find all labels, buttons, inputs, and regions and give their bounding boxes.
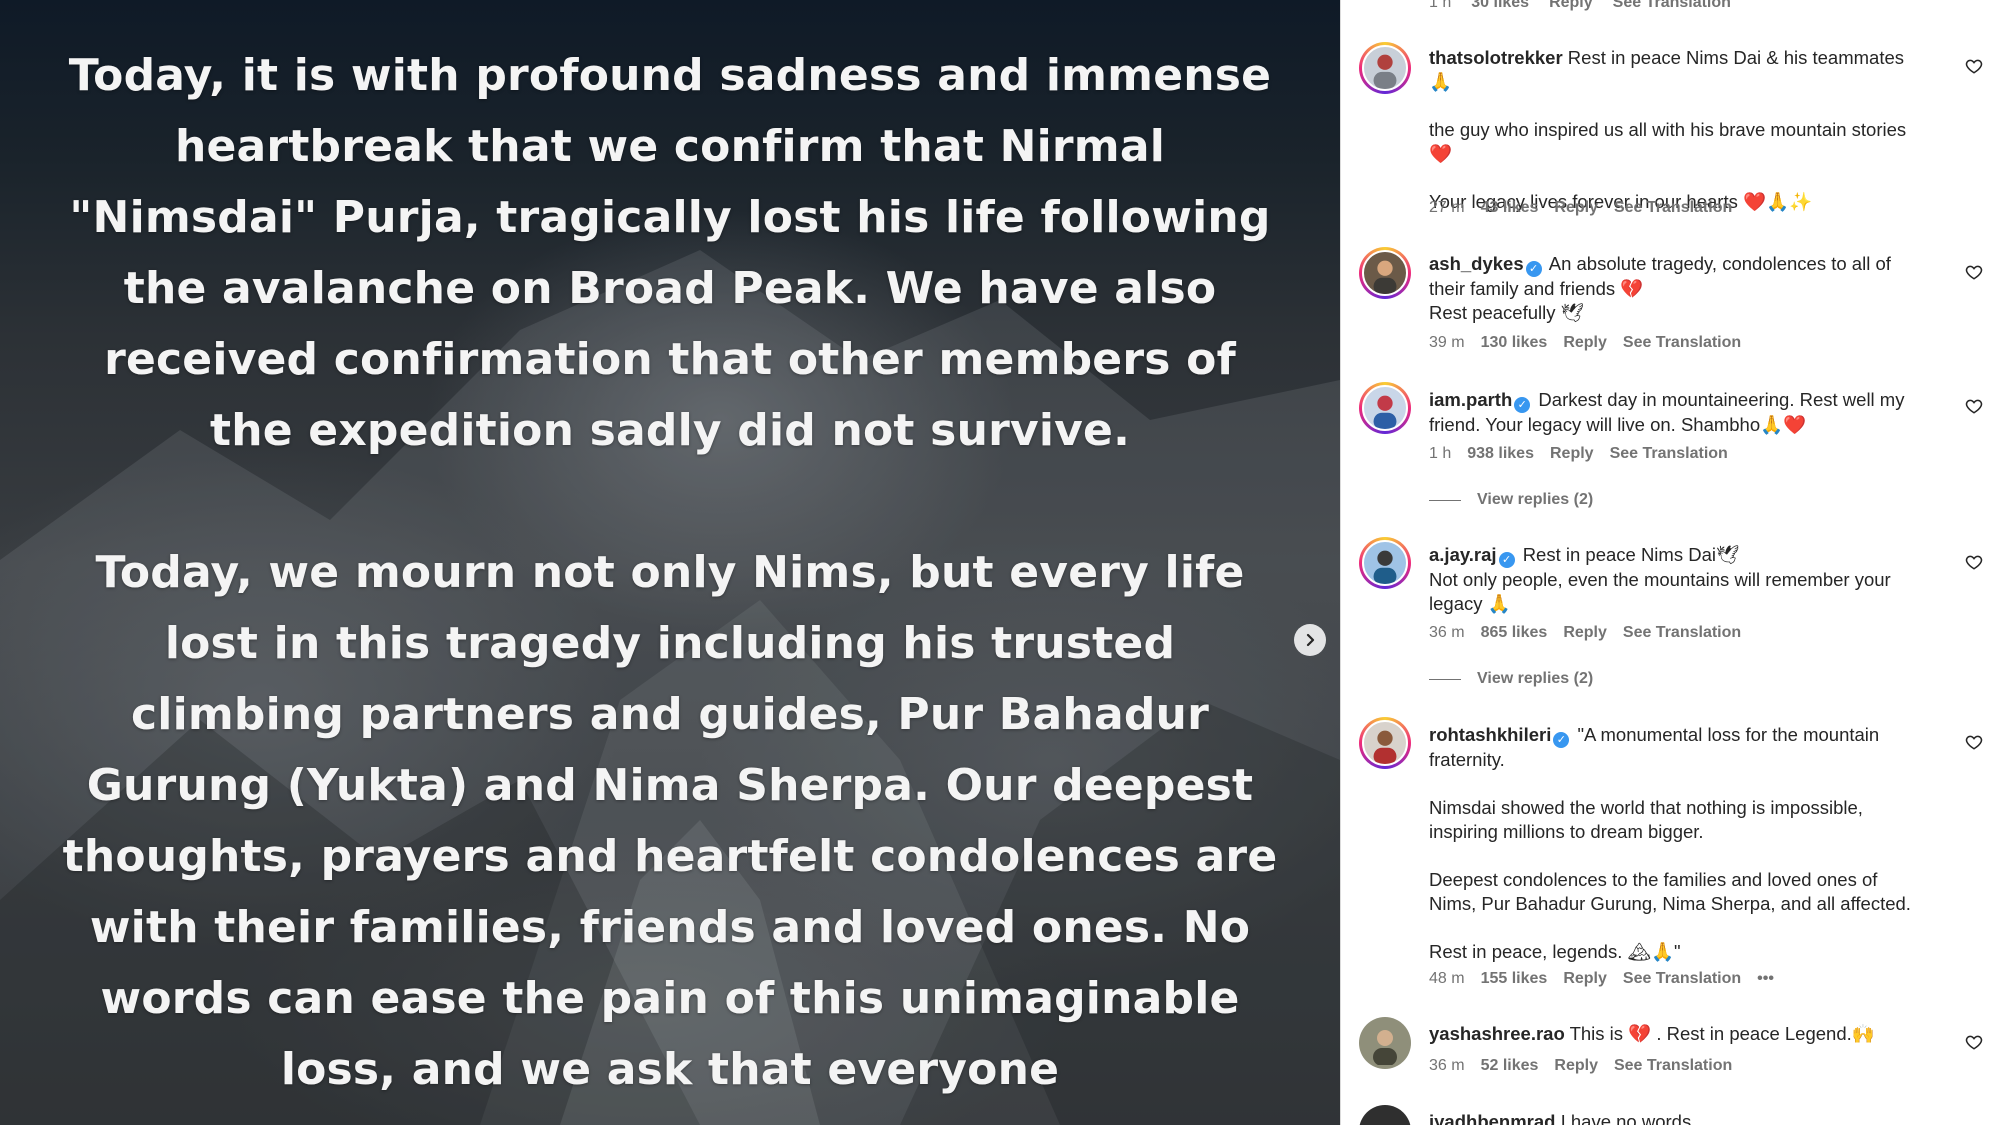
comment-body: iam.parth ✓ Darkest day in mountaineering… (1429, 388, 1929, 437)
comment-time: 36 m (1429, 1057, 1465, 1074)
avatar[interactable] (1359, 382, 1411, 434)
post-caption-overlay: Today, it is with profound sadness and i… (60, 40, 1280, 1125)
comment-likes[interactable]: 938 likes (1467, 445, 1534, 463)
comment-username[interactable]: thatsolotrekker (1429, 47, 1563, 68)
see-translation-button[interactable]: See Translation (1623, 334, 1741, 352)
comment-meta: 39 m 130 likes Reply See Translation (1429, 334, 1741, 352)
view-replies-button[interactable]: View replies (2) (1429, 670, 1593, 688)
like-heart-icon[interactable] (1965, 397, 1983, 415)
view-replies-label: View replies (2) (1477, 670, 1594, 687)
view-replies-button[interactable]: View replies (2) (1429, 491, 1593, 509)
comment-text-line: Nimsdai showed the world that nothing is… (1429, 797, 1863, 842)
comment-username[interactable]: a.jay.raj (1429, 544, 1497, 565)
like-heart-icon[interactable] (1965, 263, 1983, 281)
reply-button[interactable]: Reply (1554, 199, 1598, 217)
comment-text-line: Deepest condolences to the families and … (1429, 869, 1911, 914)
see-translation-button[interactable]: See Translation (1623, 970, 1741, 988)
verified-badge-icon: ✓ (1553, 732, 1570, 748)
replies-divider (1429, 499, 1461, 501)
comment-body: iyadhbenmrad I have no words (1429, 1110, 1929, 1125)
see-translation-button[interactable]: See Translation (1613, 0, 1731, 12)
like-heart-icon[interactable] (1965, 1033, 1983, 1051)
reply-button[interactable]: Reply (1554, 1057, 1598, 1075)
comment-time: 1 h (1429, 445, 1452, 462)
post-paragraph-2: Today, we mourn not only Nims, but every… (62, 547, 1278, 1095)
like-heart-icon[interactable] (1965, 733, 1983, 751)
comment-meta: 1 h 938 likes Reply See Translation (1429, 445, 1728, 463)
reply-button[interactable]: Reply (1550, 445, 1594, 463)
post-image: Today, it is with profound sadness and i… (0, 0, 1340, 1125)
post-paragraph-1: Today, it is with profound sadness and i… (68, 50, 1272, 456)
replies-divider (1429, 678, 1461, 680)
previous-comment-meta: 1 h 30 likes Reply See Translation (1429, 0, 1731, 12)
comment-time: 39 m (1429, 334, 1465, 351)
comment-body: a.jay.raj ✓ Rest in peace Nims Dai🕊 Not o… (1429, 543, 1929, 616)
comment-meta: 36 m 865 likes Reply See Translation (1429, 624, 1741, 642)
comment-text-line: Rest in peace, legends. 🏔🙏" (1429, 941, 1681, 962)
comment-text-line: This is 💔 . Rest in peace Legend.🙌 (1569, 1023, 1875, 1044)
comment-likes[interactable]: 30 likes (1471, 0, 1529, 12)
comment-text-line: Rest peacefully 🕊 (1429, 302, 1585, 323)
comment-meta: 48 m 155 likes Reply See Translation ••• (1429, 970, 1774, 988)
comment-time: 1 h (1429, 0, 1452, 11)
verified-badge-icon: ✓ (1514, 397, 1531, 413)
see-translation-button[interactable]: See Translation (1610, 445, 1728, 463)
reply-button[interactable]: Reply (1563, 624, 1607, 642)
like-heart-icon[interactable] (1965, 553, 1983, 571)
like-heart-icon[interactable] (1965, 57, 1983, 75)
avatar[interactable] (1359, 1105, 1411, 1125)
avatar[interactable] (1359, 247, 1411, 299)
avatar[interactable] (1359, 537, 1411, 589)
reply-button[interactable]: Reply (1563, 334, 1607, 352)
comment-likes[interactable]: 52 likes (1481, 1057, 1539, 1075)
verified-badge-icon: ✓ (1525, 261, 1542, 277)
view-replies-label: View replies (2) (1477, 491, 1594, 508)
comment-time: 48 m (1429, 970, 1465, 987)
comment-username[interactable]: yashashree.rao (1429, 1023, 1565, 1044)
comment-likes[interactable]: 130 likes (1481, 334, 1548, 352)
comment-text-line: the guy who inspired us all with his bra… (1429, 119, 1907, 164)
comment-text-line: Rest in peace Nims Dai🕊 (1522, 544, 1740, 565)
comment-meta: 27 m 43 likes Reply See Translation (1429, 199, 1732, 217)
comment-time: 36 m (1429, 624, 1465, 641)
comment-username[interactable]: rohtashkhileri (1429, 724, 1551, 745)
see-translation-button[interactable]: See Translation (1623, 624, 1741, 642)
comment-text-line: Not only people, even the mountains will… (1429, 569, 1891, 614)
comment-body: ash_dykes ✓ An absolute tragedy, condolen… (1429, 252, 1929, 325)
chevron-right-icon (1306, 633, 1315, 647)
comment-likes[interactable]: 43 likes (1481, 199, 1539, 217)
comment-likes[interactable]: 155 likes (1481, 970, 1548, 988)
reply-button[interactable]: Reply (1549, 0, 1593, 12)
comment-text-line: I have no words (1560, 1111, 1692, 1125)
comment-likes[interactable]: 865 likes (1481, 624, 1548, 642)
comment-username[interactable]: iyadhbenmrad (1429, 1111, 1555, 1125)
next-slide-button[interactable] (1294, 624, 1326, 656)
avatar[interactable] (1359, 1017, 1411, 1069)
comment-body: yashashree.rao This is 💔 . Rest in peace… (1429, 1022, 1929, 1046)
avatar[interactable] (1359, 42, 1411, 94)
comment-time: 27 m (1429, 199, 1465, 216)
comment-body: rohtashkhileri ✓ "A monumental loss for t… (1429, 723, 1929, 964)
more-options-icon[interactable]: ••• (1757, 970, 1774, 988)
comment-meta: 36 m 52 likes Reply See Translation (1429, 1057, 1732, 1075)
comment-body: thatsolotrekker Rest in peace Nims Dai &… (1429, 46, 1929, 214)
reply-button[interactable]: Reply (1563, 970, 1607, 988)
verified-badge-icon: ✓ (1498, 552, 1515, 568)
comment-username[interactable]: iam.parth (1429, 389, 1512, 410)
see-translation-button[interactable]: See Translation (1614, 199, 1732, 217)
avatar[interactable] (1359, 717, 1411, 769)
comment-username[interactable]: ash_dykes (1429, 253, 1524, 274)
comments-panel: 1 h 30 likes Reply See Translation thats… (1340, 0, 2000, 1125)
see-translation-button[interactable]: See Translation (1614, 1057, 1732, 1075)
